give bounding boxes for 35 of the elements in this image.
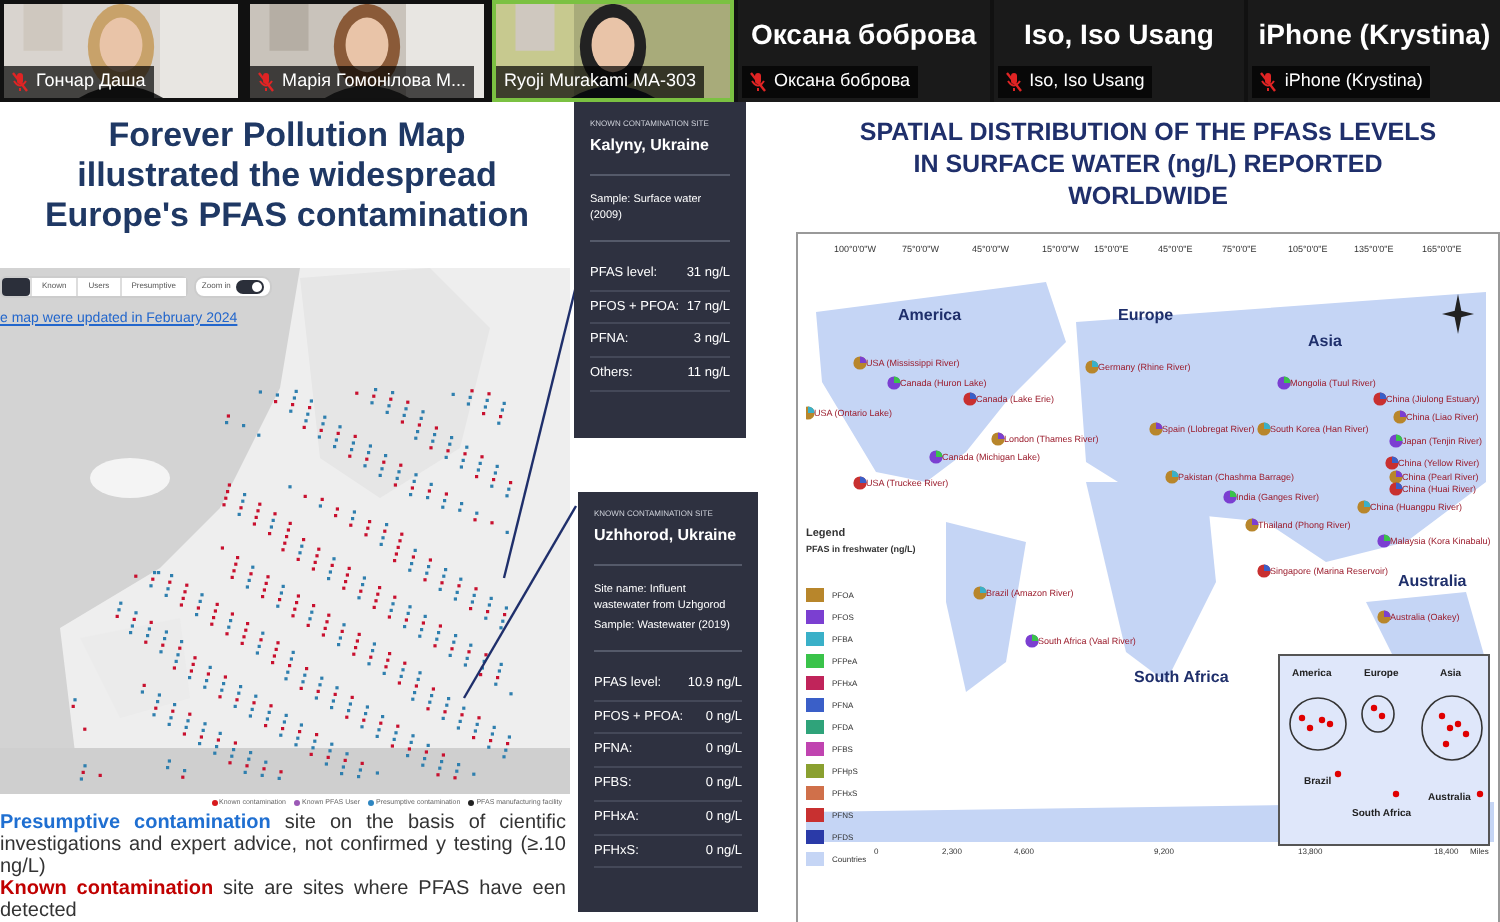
muted-mic-icon — [1260, 72, 1277, 92]
note-paragraph: Presumptive contamination site on the basis of cientific investigations and expert advice, not confirmed y testing (≥.10 ng/L) — [0, 812, 566, 878]
muted-mic-icon — [12, 72, 28, 92]
participant-name: iPhone (Krystina) — [1258, 16, 1491, 55]
participant-tile[interactable]: iPhone (Krystina) iPhone (Krystina) — [1248, 0, 1500, 102]
region-label: Europe — [1118, 303, 1174, 328]
slide-title: Forever Pollution Map — [108, 115, 466, 156]
muted-mic-icon — [1005, 72, 1022, 92]
participant-name: Iso, Iso Usang — [1024, 16, 1214, 55]
name-label-text: Гончар Даша — [36, 68, 146, 95]
participant-tile[interactable]: Гончар Даша — [0, 0, 242, 102]
tooltip-title: Kalyny, Ukraine — [590, 133, 711, 158]
muted-mic-icon — [750, 72, 766, 92]
participant-tile[interactable]: Iso, Iso Usang Iso, Iso Usang — [993, 0, 1245, 102]
region-label: Asia — [1308, 329, 1342, 354]
participant-tile[interactable]: Оксана боброва Оксана боброва — [738, 0, 990, 102]
participant-tile[interactable]: Ryoji Murakami MA-303 — [492, 0, 734, 102]
name-label-text: Iso, Iso Usang — [1029, 68, 1145, 95]
slide-title: WORLDWIDE — [1068, 179, 1228, 212]
slide-title: IN SURFACE WATER (ng/L) REPORTED — [913, 147, 1383, 180]
name-label-text: Оксана боброва — [774, 68, 911, 95]
participant-name: Оксана боброва — [750, 16, 977, 55]
note-paragraph: Known contamination site are sites where PFAS have een detected — [0, 878, 566, 922]
name-label-text: Ryoji Murakami MA-303 — [504, 68, 697, 95]
name-label-text: Марія Гомонілова M... — [282, 68, 466, 95]
slide-title: Europe's PFAS contamination — [44, 195, 530, 236]
region-label: South Africa — [1134, 665, 1229, 690]
tooltip-title: Uzhhorod, Ukraine — [594, 523, 739, 548]
muted-mic-icon — [258, 72, 274, 92]
participant-tile[interactable]: Марія Гомонілова M... — [246, 0, 488, 102]
name-label-text: iPhone (Krystina) — [1284, 68, 1423, 95]
region-label: America — [898, 303, 962, 328]
region-label: Australia — [1398, 569, 1467, 594]
slide-title: SPATIAL DISTRIBUTION OF THE PFASs LEVELS — [859, 115, 1437, 148]
slide-title: illustrated the widespread — [77, 155, 497, 196]
